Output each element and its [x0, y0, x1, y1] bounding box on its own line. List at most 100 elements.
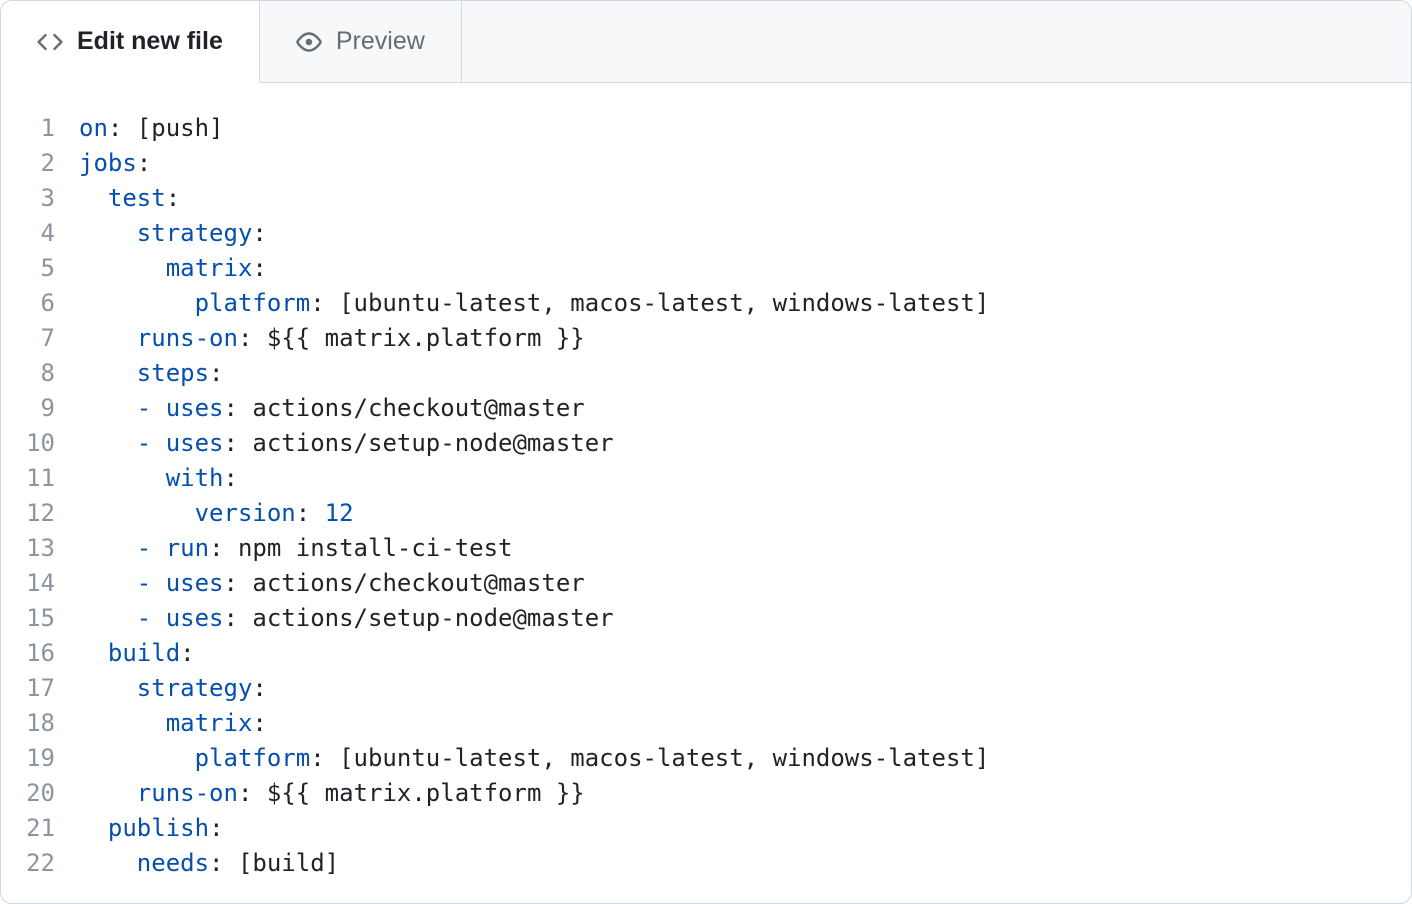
code-token: :	[224, 464, 238, 492]
line-number: 5	[1, 251, 55, 286]
code-token	[79, 499, 195, 527]
code-editor[interactable]: 12345678910111213141516171819202122 on: …	[1, 83, 1411, 881]
code-line[interactable]: version: 12	[79, 496, 1411, 531]
code-line[interactable]: - uses: actions/setup-node@master	[79, 601, 1411, 636]
code-token: runs-on	[137, 324, 238, 352]
code-token: uses	[166, 394, 224, 422]
code-token: -	[137, 534, 166, 562]
tab-edit[interactable]: Edit new file	[1, 1, 260, 83]
line-number: 10	[1, 426, 55, 461]
code-token	[79, 219, 137, 247]
code-token: : [build]	[209, 849, 339, 877]
code-token: :	[252, 219, 266, 247]
code-token: -	[137, 569, 166, 597]
code-line[interactable]: platform: [ubuntu-latest, macos-latest, …	[79, 741, 1411, 776]
code-line[interactable]: matrix:	[79, 706, 1411, 741]
code-line[interactable]: runs-on: ${{ matrix.platform }}	[79, 776, 1411, 811]
code-line[interactable]: build:	[79, 636, 1411, 671]
code-token	[79, 744, 195, 772]
line-number-gutter: 12345678910111213141516171819202122	[1, 111, 79, 881]
code-token: :	[296, 499, 325, 527]
line-number: 22	[1, 846, 55, 881]
tab-preview[interactable]: Preview	[260, 1, 462, 82]
code-token: :	[252, 674, 266, 702]
code-line[interactable]: test:	[79, 181, 1411, 216]
code-line[interactable]: matrix:	[79, 251, 1411, 286]
line-number: 17	[1, 671, 55, 706]
code-token	[79, 324, 137, 352]
line-number: 8	[1, 356, 55, 391]
line-number: 15	[1, 601, 55, 636]
code-line[interactable]: - uses: actions/setup-node@master	[79, 426, 1411, 461]
code-token: uses	[166, 569, 224, 597]
code-token: build	[108, 639, 180, 667]
line-number: 3	[1, 181, 55, 216]
code-token: steps	[137, 359, 209, 387]
code-token: matrix	[166, 254, 253, 282]
code-token: runs-on	[137, 779, 238, 807]
code-token	[79, 849, 137, 877]
code-token: : actions/setup-node@master	[224, 429, 614, 457]
code-token: :	[209, 359, 223, 387]
code-line[interactable]: - uses: actions/checkout@master	[79, 566, 1411, 601]
line-number: 21	[1, 811, 55, 846]
code-line[interactable]: publish:	[79, 811, 1411, 846]
code-token: -	[137, 394, 166, 422]
code-token	[79, 779, 137, 807]
code-token: test	[108, 184, 166, 212]
code-token	[79, 534, 137, 562]
code-token	[79, 569, 137, 597]
code-token: strategy	[137, 219, 253, 247]
line-number: 18	[1, 706, 55, 741]
code-token: on	[79, 114, 108, 142]
tab-preview-label: Preview	[336, 27, 425, 56]
code-line[interactable]: platform: [ubuntu-latest, macos-latest, …	[79, 286, 1411, 321]
editor-tabs: Edit new file Preview	[1, 1, 1411, 83]
code-token: :	[252, 254, 266, 282]
code-token: : [ubuntu-latest, macos-latest, windows-…	[310, 744, 989, 772]
code-token	[79, 604, 137, 632]
code-line[interactable]: strategy:	[79, 216, 1411, 251]
code-token	[79, 709, 166, 737]
code-token: needs	[137, 849, 209, 877]
eye-icon	[296, 29, 322, 55]
code-token: strategy	[137, 674, 253, 702]
line-number: 2	[1, 146, 55, 181]
code-token	[79, 254, 166, 282]
line-number: 16	[1, 636, 55, 671]
code-line[interactable]: strategy:	[79, 671, 1411, 706]
code-token: uses	[166, 429, 224, 457]
code-line[interactable]: runs-on: ${{ matrix.platform }}	[79, 321, 1411, 356]
code-token	[79, 394, 137, 422]
code-token: -	[137, 429, 166, 457]
code-token: : ${{ matrix.platform }}	[238, 779, 585, 807]
line-number: 19	[1, 741, 55, 776]
line-number: 12	[1, 496, 55, 531]
line-number: 20	[1, 776, 55, 811]
code-line[interactable]: on: [push]	[79, 111, 1411, 146]
code-line[interactable]: - run: npm install-ci-test	[79, 531, 1411, 566]
code-token: matrix	[166, 709, 253, 737]
code-line[interactable]: - uses: actions/checkout@master	[79, 391, 1411, 426]
code-token: :	[252, 709, 266, 737]
code-token: platform	[195, 744, 311, 772]
code-line[interactable]: needs: [build]	[79, 846, 1411, 881]
code-token	[79, 359, 137, 387]
code-token: : actions/checkout@master	[224, 394, 585, 422]
code-token: -	[137, 604, 166, 632]
line-number: 11	[1, 461, 55, 496]
code-token: : ${{ matrix.platform }}	[238, 324, 585, 352]
code-token: 12	[325, 499, 354, 527]
code-token: publish	[108, 814, 209, 842]
code-token: : [ubuntu-latest, macos-latest, windows-…	[310, 289, 989, 317]
code-token: uses	[166, 604, 224, 632]
code-token: :	[137, 149, 151, 177]
code-token: :	[209, 814, 223, 842]
code-line[interactable]: jobs:	[79, 146, 1411, 181]
code-line[interactable]: with:	[79, 461, 1411, 496]
code-line[interactable]: steps:	[79, 356, 1411, 391]
code-token: :	[166, 184, 180, 212]
code-token	[79, 639, 108, 667]
line-number: 6	[1, 286, 55, 321]
code-content[interactable]: on: [push]jobs: test: strategy: matrix : …	[79, 111, 1411, 881]
